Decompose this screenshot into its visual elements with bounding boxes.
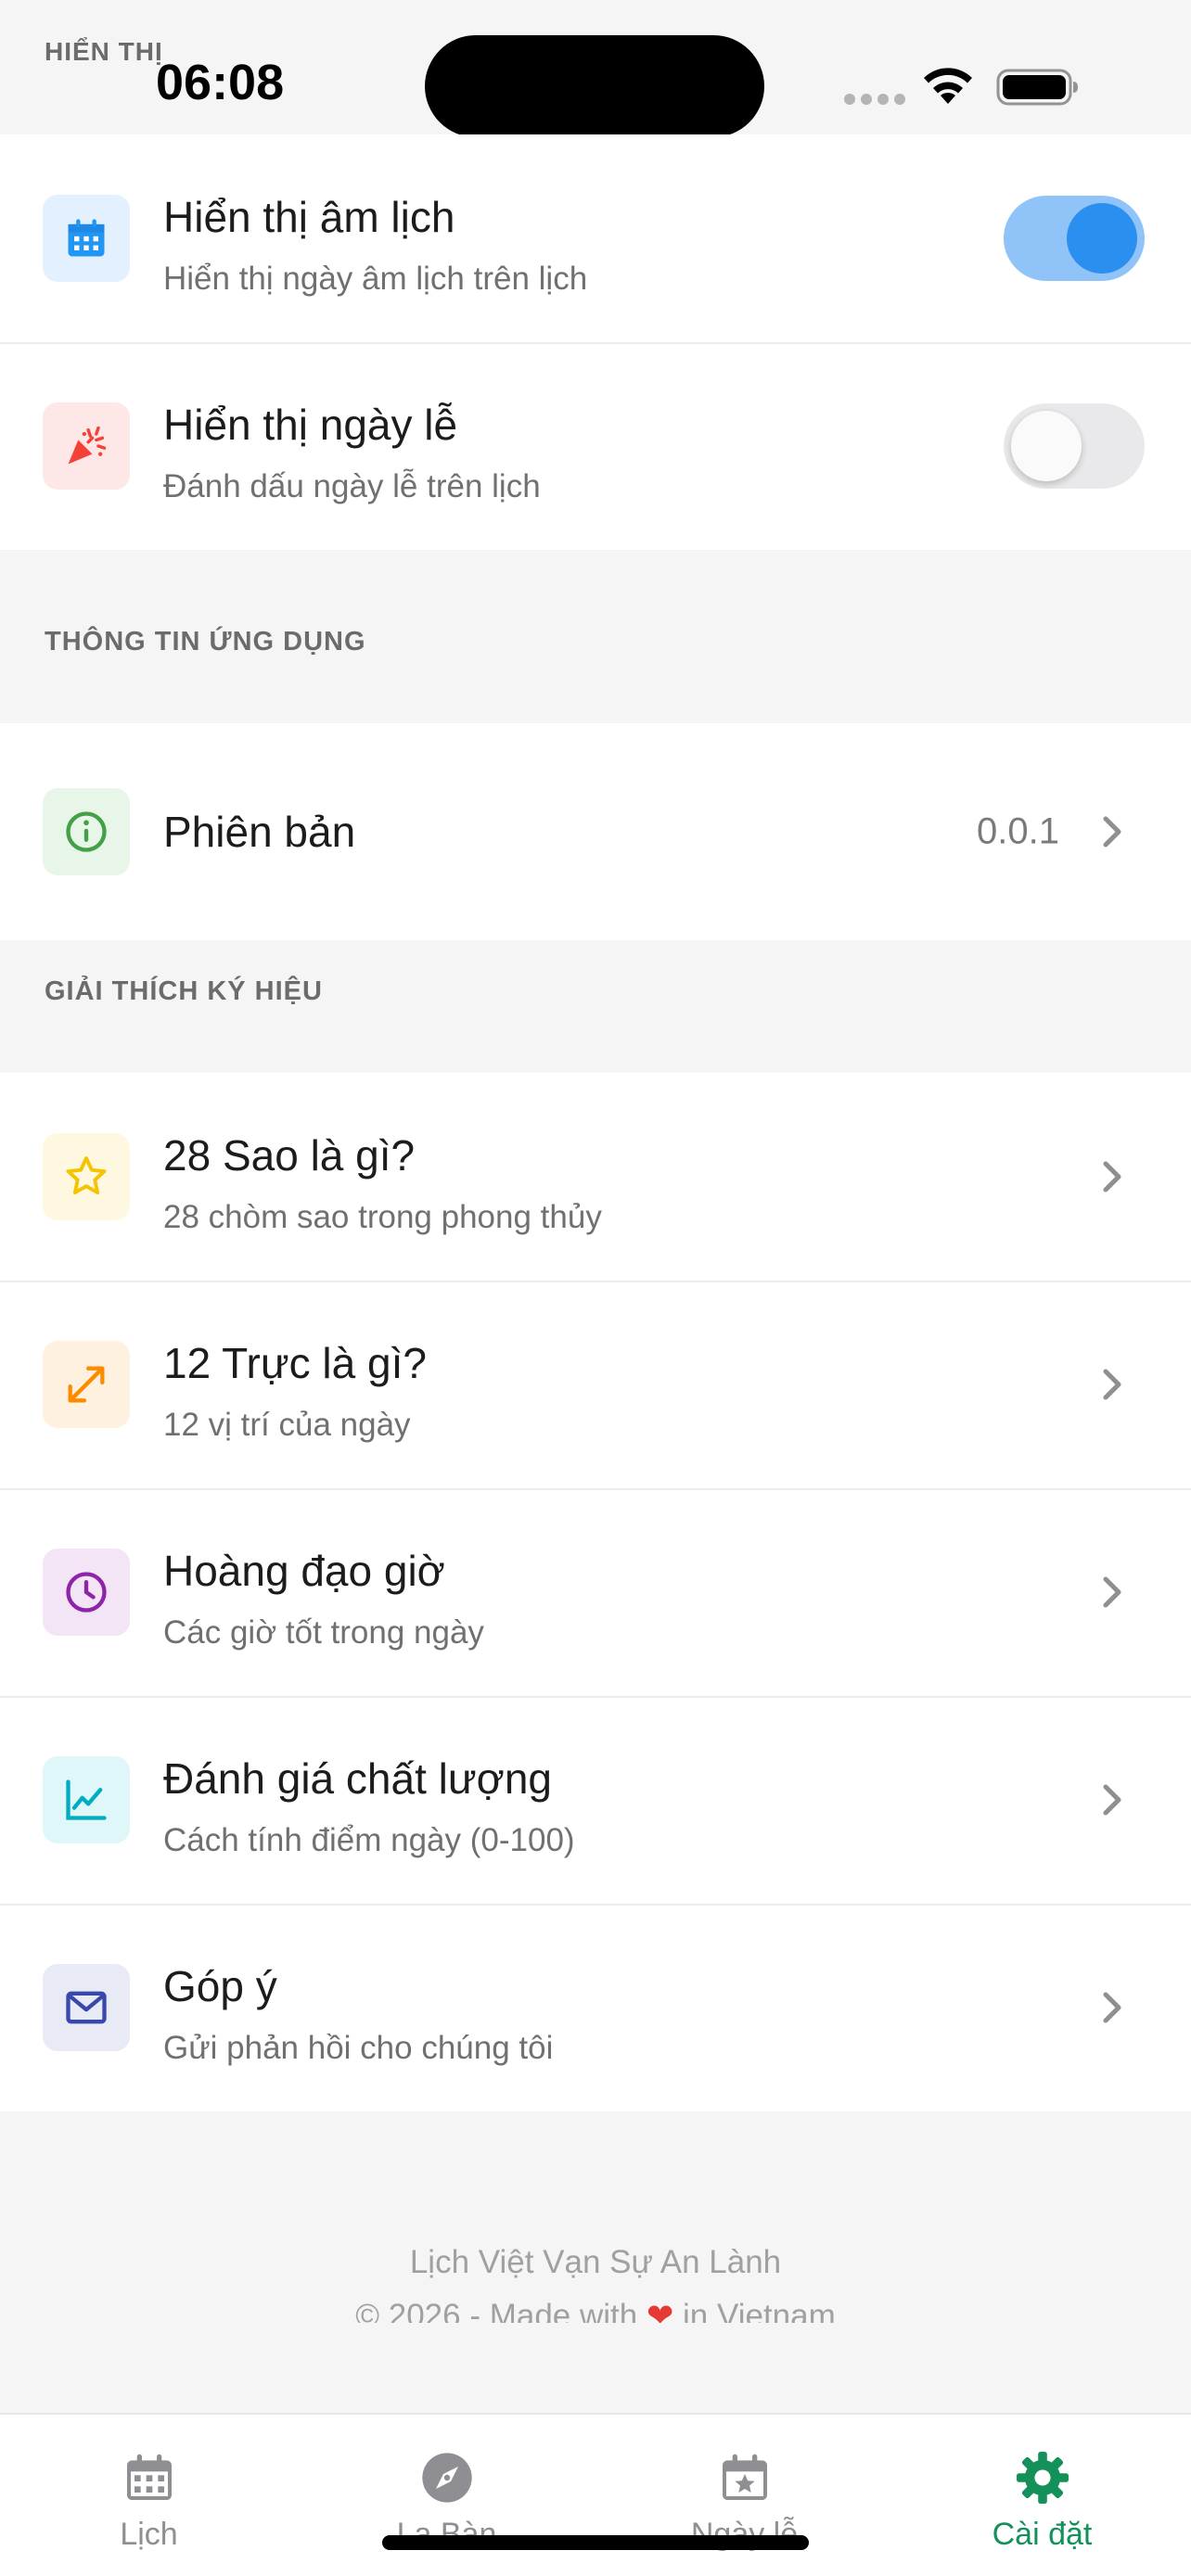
row-title: Góp ý — [163, 1962, 277, 2010]
lunar-calendar-row[interactable]: Hiển thị âm lịch Hiển thị ngày âm lịch t… — [0, 134, 1191, 342]
gear-icon — [1016, 2452, 1069, 2504]
quality-rating-row[interactable]: Đánh giá chất lượng Cách tính điểm ngày … — [0, 1696, 1191, 1904]
section-header-peek: HIỂN THỊ — [45, 37, 163, 66]
lucky-hours-row[interactable]: Hoàng đạo giờ Các giờ tốt trong ngày — [0, 1488, 1191, 1696]
version-label: Phiên bản — [163, 808, 356, 856]
tab-label: Cài đặt — [992, 2517, 1093, 2552]
home-indicator — [382, 2535, 809, 2550]
heart-icon: ❤ — [646, 2298, 674, 2323]
row-subtitle: 28 chòm sao trong phong thủy — [163, 1199, 602, 1235]
settings-screen: HIỂN THỊ 06:08 Hiển thị âm lịch Hiển thị… — [0, 0, 1191, 2576]
row-subtitle: Hiển thị ngày âm lịch trên lịch — [163, 261, 588, 297]
clock-icon — [43, 1549, 130, 1636]
version-row[interactable]: Phiên bản 0.0.1 — [0, 723, 1191, 940]
row-subtitle: Cách tính điểm ngày (0-100) — [163, 1822, 575, 1858]
truc-12-row[interactable]: 12 Trực là gì? 12 vị trí của ngày — [0, 1281, 1191, 1488]
holidays-row[interactable]: Hiển thị ngày lễ Đánh dấu ngày lễ trên l… — [0, 342, 1191, 550]
chevron-right-icon — [1103, 1784, 1121, 1816]
footer-app-name: Lịch Việt Vạn Sự An Lành — [409, 2244, 782, 2280]
compass-icon — [421, 2453, 472, 2503]
info-icon — [43, 788, 130, 875]
dynamic-island — [425, 35, 764, 137]
row-title: 12 Trực là gì? — [163, 1339, 427, 1387]
section-header-app-info: THÔNG TIN ỨNG DỤNG — [45, 627, 366, 657]
calendar-star-icon — [722, 2454, 767, 2500]
party-popper-icon — [43, 402, 130, 490]
mail-icon — [43, 1964, 130, 2051]
row-subtitle: Đánh dấu ngày lễ trên lịch — [163, 468, 541, 504]
arrows-expand-icon — [43, 1341, 130, 1428]
row-subtitle: Gửi phản hồi cho chúng tôi — [163, 2030, 554, 2066]
row-subtitle: Các giờ tốt trong ngày — [163, 1614, 484, 1651]
row-title: Hoàng đạo giờ — [163, 1547, 445, 1595]
tab-settings[interactable]: Cài đặt — [893, 2415, 1191, 2576]
footer-credit: © 2026 - Made with ❤ in Vietnam — [0, 2295, 1191, 2323]
calendar-icon — [43, 195, 130, 282]
star-icon — [43, 1133, 130, 1220]
status-time: 06:08 — [156, 55, 285, 110]
signal-dots-icon — [844, 94, 905, 105]
display-settings-group: Hiển thị âm lịch Hiển thị ngày âm lịch t… — [0, 134, 1191, 550]
footer-credit-prefix: © 2026 - Made with — [355, 2298, 638, 2323]
row-title: Đánh giá chất lượng — [163, 1754, 552, 1803]
stars-28-row[interactable]: 28 Sao là gì? 28 chòm sao trong phong th… — [0, 1073, 1191, 1281]
row-title: 28 Sao là gì? — [163, 1131, 416, 1180]
tab-holidays[interactable]: Ngày lễ — [596, 2415, 893, 2576]
legend-group: 28 Sao là gì? 28 chòm sao trong phong th… — [0, 1073, 1191, 2111]
section-header-legend: GIẢI THÍCH KÝ HIỆU — [45, 976, 323, 1006]
footer-credit-suffix: in Vietnam — [683, 2298, 836, 2323]
version-value: 0.0.1 — [977, 810, 1059, 852]
tab-label: Lịch — [120, 2517, 178, 2552]
chevron-right-icon — [1103, 1992, 1121, 2023]
row-title: Hiển thị âm lịch — [163, 193, 455, 241]
battery-icon — [996, 69, 1078, 106]
tab-bar: Lịch La Bàn Ngày lễ Cài đặt — [0, 2413, 1191, 2576]
holidays-toggle[interactable] — [1004, 403, 1145, 489]
feedback-row[interactable]: Góp ý Gửi phản hồi cho chúng tôi — [0, 1904, 1191, 2111]
lunar-calendar-toggle[interactable] — [1004, 196, 1145, 281]
wifi-icon — [924, 68, 972, 104]
row-subtitle: 12 vị trí của ngày — [163, 1407, 411, 1443]
chevron-right-icon — [1103, 816, 1121, 848]
tab-compass[interactable]: La Bàn — [298, 2415, 596, 2576]
app-info-group: Phiên bản 0.0.1 — [0, 723, 1191, 940]
chevron-right-icon — [1103, 1576, 1121, 1608]
chart-line-icon — [43, 1756, 130, 1843]
tab-calendar[interactable]: Lịch — [0, 2415, 298, 2576]
chevron-right-icon — [1103, 1161, 1121, 1192]
row-title: Hiển thị ngày lễ — [163, 401, 458, 449]
calendar-icon — [126, 2454, 172, 2500]
status-bar: HIỂN THỊ 06:08 — [0, 0, 1191, 137]
chevron-right-icon — [1103, 1369, 1121, 1400]
